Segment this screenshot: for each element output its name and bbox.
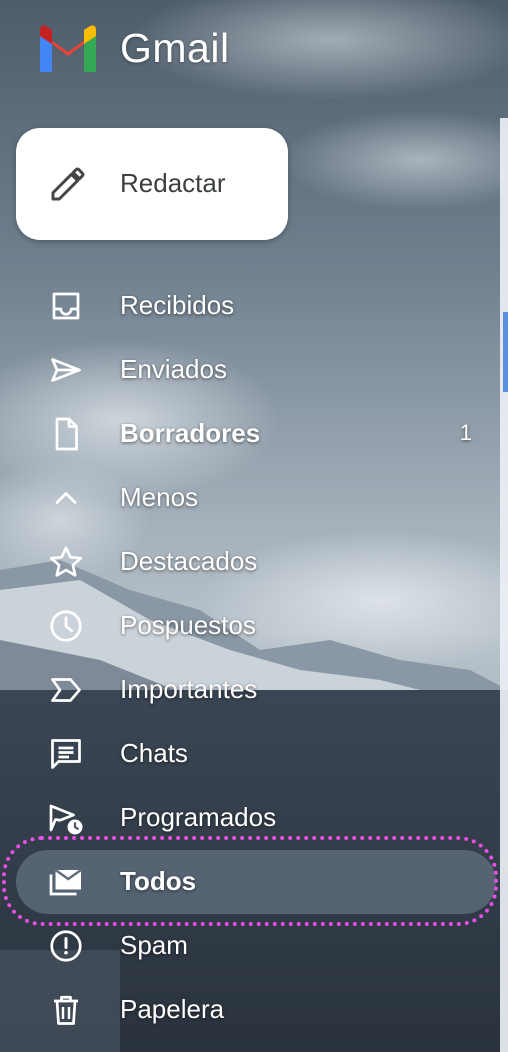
app-title: Gmail [120,25,230,71]
sidebar-item-spam[interactable]: Spam [16,914,496,978]
draft-count-badge: 1 [459,420,472,445]
all-mail-icon [48,864,84,900]
sidebar-item-destacados[interactable]: Destacados [16,530,496,594]
sidebar-item-label: Borradores [120,418,261,448]
gmail-logo-icon[interactable] [36,24,100,72]
trash-icon [48,992,84,1028]
sidebar-item-todos[interactable]: Todos [16,850,496,914]
sidebar-item-pospuestos[interactable]: Pospuestos [16,594,496,658]
sidebar-item-label: Spam [120,930,188,960]
content-panel-accent [503,312,508,392]
chevron-up-icon [48,480,84,516]
compose-button[interactable]: Redactar [16,128,288,240]
sidebar-item-label: Importantes [120,674,258,704]
sidebar-item-label: Programados [120,802,277,832]
draft-file-icon [48,416,84,452]
sidebar-item-label: Todos [120,866,197,896]
sidebar-item-label: Recibidos [120,290,235,320]
sidebar-item-papelera[interactable]: Papelera [16,978,496,1042]
sidebar-item-enviados[interactable]: Enviados [16,338,496,402]
sidebar-item-recibidos[interactable]: Recibidos [16,274,496,338]
sidebar-item-importantes[interactable]: Importantes [16,658,496,722]
sidebar-item-label: Menos [120,482,199,512]
sidebar-item-label: Destacados [120,546,258,576]
sidebar-item-label: Chats [120,738,188,768]
star-icon [48,544,84,580]
sidebar-item-programados[interactable]: Programados [16,786,496,850]
sidebar-item-menos[interactable]: Menos [16,466,496,530]
sidebar-item-label: Enviados [120,354,227,384]
clock-icon [48,608,84,644]
label-important-icon [48,672,84,708]
sidebar-item-chats[interactable]: Chats [16,722,496,786]
pencil-icon [48,164,88,204]
scheduled-send-icon [48,800,84,836]
inbox-icon [48,288,84,324]
content-panel-edge [500,118,508,1052]
spam-icon [48,928,84,964]
sidebar-item-label: Pospuestos [120,610,256,640]
send-icon [48,352,84,388]
sidebar-item-borradores[interactable]: Borradores 1 [16,402,496,466]
sidebar-item-label: Papelera [120,994,225,1024]
chat-icon [48,736,84,772]
compose-label: Redactar [120,168,226,198]
